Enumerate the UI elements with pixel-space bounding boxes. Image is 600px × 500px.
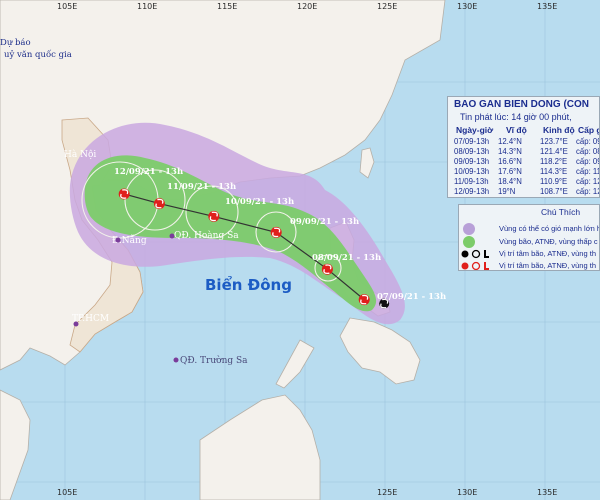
place-hanoi: Hà Nội [64, 150, 97, 160]
track-label-10: 10/09/21 - 13h [225, 197, 295, 207]
place-danang: Đ.Nẵng [112, 236, 147, 246]
lon-tick-115e: 115E [217, 2, 238, 11]
bulletin-cell: 118.2°E [540, 157, 568, 166]
bulletin-cell: 121.4°E [540, 147, 568, 156]
bulletin-title: BAO GAN BIEN DONG (CON [454, 99, 589, 110]
bulletin-issued: Tin phát lúc: 14 giờ 00 phút, [460, 112, 572, 122]
legend-item-storm-zone: Vùng bão, ATNĐ, vùng thấp c [499, 237, 598, 246]
sea-label: Biển Đông [205, 276, 292, 294]
bulletin-cell: 14.3°N [498, 147, 522, 156]
storm-center-marker [270, 226, 282, 238]
agency-line-2: uỷ văn quốc gia [4, 50, 72, 60]
bulletin-cell: 110.9°E [540, 177, 568, 186]
storm-center-marker [153, 198, 165, 210]
storm-center-marker [321, 263, 333, 275]
track-label-12: 12/09/21 - 13h [114, 167, 184, 177]
bulletin-cell: cấp: 09 [576, 157, 600, 166]
legend-panel: Chú Thích Vùng có thể có gió mạnh lớn hơ… [458, 204, 600, 271]
lon-tick-130e-bottom: 130E [457, 488, 478, 497]
bulletin-header-lat: Vĩ độ [506, 125, 527, 135]
track-label-07: 07/09/21 - 13h [377, 292, 447, 302]
storm-center-marker [118, 188, 130, 200]
place-truong-sa: QĐ. Trường Sa [180, 356, 248, 366]
legend-item-center-red: Vị trí tâm bão, ATNĐ, vùng th [499, 261, 596, 270]
bulletin-header-lon: Kinh độ [543, 125, 575, 135]
storm-map: 105E 110E 115E 120E 125E 130E 135E 105E … [0, 0, 600, 500]
track-label-09: 09/09/21 - 13h [290, 217, 360, 227]
bulletin-cell: 08/09-13h [454, 147, 490, 156]
bulletin-cell: 19°N [498, 187, 516, 196]
legend-item-wind: Vùng có thể có gió mạnh lớn hơ [499, 224, 600, 233]
lon-tick-110e: 110E [137, 2, 158, 11]
bulletin-cell: 09/09-13h [454, 157, 490, 166]
bulletin-cell: 10/09-13h [454, 167, 490, 176]
lon-tick-120e: 120E [297, 2, 318, 11]
bulletin-cell: 108.7°E [540, 187, 568, 196]
bulletin-cell: cấp: 12 [576, 177, 600, 186]
bulletin-header-time: Ngày-giờ [456, 125, 494, 135]
bulletin-cell: cấp: 11 [576, 167, 600, 176]
lon-tick-125e-bottom: 125E [377, 488, 398, 497]
bulletin-header-wind: Cấp gió [578, 125, 599, 135]
lon-tick-130e: 130E [457, 2, 478, 11]
bulletin-panel: BAO GAN BIEN DONG (CON Tin phát lúc: 14 … [447, 96, 600, 198]
bulletin-cell: 12.4°N [498, 137, 522, 146]
bulletin-cell: 11/09-13h [454, 177, 489, 186]
track-label-08: 08/09/21 - 13h [312, 253, 382, 263]
place-hoang-sa: QĐ. Hoàng Sa [174, 231, 239, 241]
legend-item-center-black: Vị trí tâm bão, ATNĐ, vùng th [499, 249, 596, 258]
bulletin-cell: cấp: 12 [576, 187, 600, 196]
lon-tick-105e-bottom: 105E [57, 488, 78, 497]
bulletin-cell: cấp: 08 [576, 147, 600, 156]
lon-tick-135e: 135E [537, 2, 558, 11]
bulletin-cell: cấp: 09 [576, 137, 600, 146]
bulletin-cell: 17.6°N [498, 167, 522, 176]
bulletin-cell: 12/09-13h [454, 187, 490, 196]
bulletin-cell: 18.4°N [498, 177, 522, 186]
lon-tick-135e-bottom: 135E [537, 488, 558, 497]
bulletin-cell: 123.7°E [540, 137, 568, 146]
bulletin-cell: 114.3°E [540, 167, 568, 176]
bulletin-cell: 16.6°N [498, 157, 522, 166]
place-hcm: TP.HCM [72, 314, 110, 324]
storm-center-marker [358, 294, 370, 306]
bulletin-cell: 07/09-13h [454, 137, 490, 146]
lon-tick-125e: 125E [377, 2, 398, 11]
storm-center-marker [208, 210, 220, 222]
lon-tick-105e: 105E [57, 2, 78, 11]
agency-line-1: Dự báo [0, 38, 31, 48]
track-label-11: 11/09/21 - 13h [167, 182, 237, 192]
